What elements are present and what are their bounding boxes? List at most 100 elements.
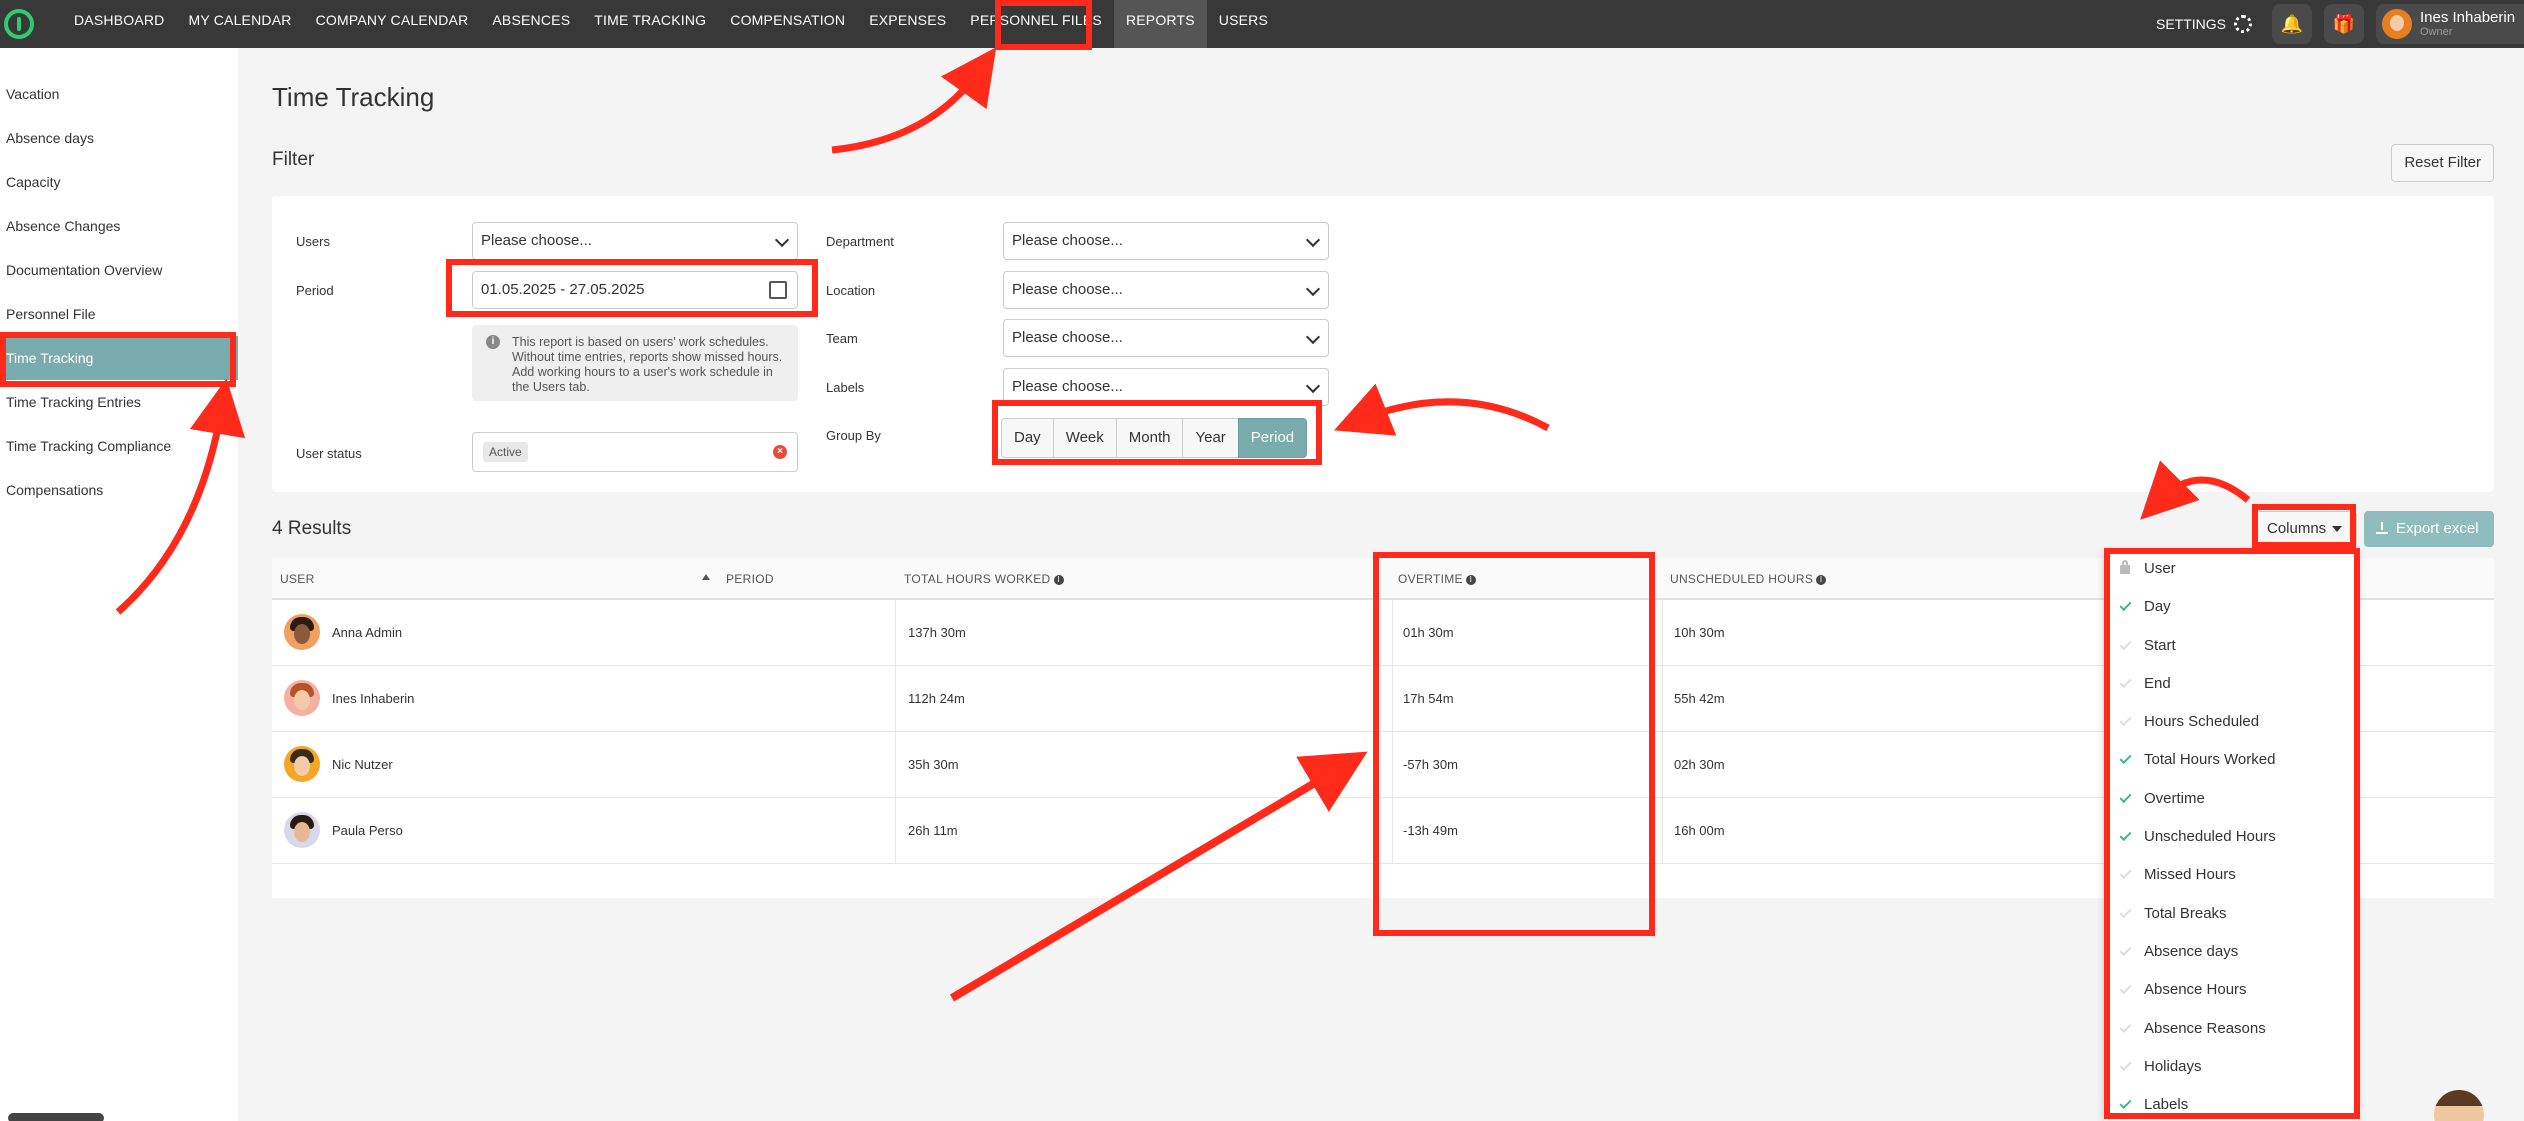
- users-select-value: Please choose...: [481, 232, 592, 249]
- nav-absences[interactable]: ABSENCES: [480, 0, 582, 48]
- sort-ascending-icon[interactable]: [702, 574, 710, 580]
- user-role: Owner: [2420, 26, 2453, 38]
- chat-support-avatar[interactable]: [2434, 1090, 2484, 1121]
- highlight-reports-tab: [995, 0, 1092, 50]
- group-by-label: Group By: [826, 428, 881, 443]
- highlight-columns-dropdown: [2104, 548, 2360, 1119]
- user-status-select[interactable]: Active ×: [472, 432, 798, 472]
- header-period[interactable]: PERIOD: [726, 572, 774, 586]
- department-select[interactable]: Please choose...: [1003, 222, 1329, 260]
- header-total-hours-worked[interactable]: TOTAL HOURS WORKED i: [904, 572, 1064, 586]
- nav-dashboard[interactable]: DASHBOARD: [62, 0, 176, 48]
- location-select[interactable]: Please choose...: [1003, 271, 1329, 309]
- team-label: Team: [826, 331, 858, 346]
- cell-user: Paula Perso: [332, 823, 403, 838]
- location-label: Location: [826, 283, 876, 298]
- settings-link[interactable]: SETTINGS: [2156, 15, 2252, 33]
- header-user[interactable]: USER: [280, 572, 315, 586]
- nav-compensation[interactable]: COMPENSATION: [718, 0, 857, 48]
- nav-my-calendar[interactable]: MY CALENDAR: [176, 0, 303, 48]
- nav-company-calendar[interactable]: COMPANY CALENDAR: [304, 0, 481, 48]
- highlight-columns-button: [2252, 504, 2356, 548]
- status-tag[interactable]: Active: [483, 442, 528, 462]
- app-logo-icon[interactable]: [4, 9, 34, 39]
- cell-total: 35h 30m: [908, 757, 959, 772]
- reports-sidebar: Vacation Absence days Capacity Absence C…: [0, 48, 238, 1121]
- export-button-label: Export excel: [2396, 520, 2479, 537]
- avatar: [284, 812, 320, 848]
- settings-label: SETTINGS: [2155, 16, 2226, 32]
- users-select[interactable]: Please choose...: [472, 222, 798, 260]
- avatar: [284, 680, 320, 716]
- nav-users[interactable]: USERS: [1207, 0, 1280, 48]
- user-name: Ines Inhaberin: [2420, 9, 2516, 26]
- users-label: Users: [296, 234, 330, 249]
- top-navigation: DASHBOARD MY CALENDAR COMPANY CALENDAR A…: [0, 0, 2524, 48]
- period-label: Period: [296, 283, 334, 298]
- cell-user: Nic Nutzer: [332, 757, 393, 772]
- location-select-value: Please choose...: [1012, 281, 1123, 298]
- notifications-bell-icon[interactable]: 🔔: [2272, 4, 2312, 44]
- header-unscheduled-hours[interactable]: UNSCHEDULED HOURS i: [1670, 572, 1827, 586]
- chevron-down-icon: [1305, 329, 1321, 345]
- sidebar-item-capacity[interactable]: Capacity: [0, 160, 238, 204]
- reset-filter-button[interactable]: Reset Filter: [2391, 144, 2494, 182]
- chevron-down-icon: [1305, 232, 1321, 248]
- filter-panel: Users Please choose... Period 01.05.2025…: [272, 196, 2494, 492]
- team-select[interactable]: Please choose...: [1003, 319, 1329, 357]
- header-unscheduled-label: UNSCHEDULED HOURS: [1670, 572, 1814, 586]
- sidebar-item-absence-changes[interactable]: Absence Changes: [0, 204, 238, 248]
- cell-total: 26h 11m: [908, 823, 958, 838]
- labels-select-value: Please choose...: [1012, 378, 1123, 395]
- cell-total: 112h 24m: [908, 691, 965, 706]
- cell-unscheduled: 55h 42m: [1674, 691, 1725, 706]
- filter-heading: Filter: [272, 149, 315, 170]
- page-title: Time Tracking: [272, 82, 435, 112]
- info-icon: i: [1816, 574, 1827, 585]
- department-select-value: Please choose...: [1012, 232, 1123, 249]
- highlight-overtime-column: [1373, 552, 1655, 936]
- chevron-down-icon: [774, 232, 790, 248]
- user-menu[interactable]: Ines Inhaberin Owner: [2376, 4, 2524, 44]
- info-box: i This report is based on users' work sc…: [472, 325, 798, 401]
- info-text: This report is based on users' work sche…: [512, 335, 783, 394]
- nav-time-tracking[interactable]: TIME TRACKING: [582, 0, 718, 48]
- labels-label: Labels: [826, 380, 865, 395]
- cell-user: Anna Admin: [332, 625, 403, 640]
- avatar: [284, 746, 320, 782]
- avatar: [284, 614, 320, 650]
- header-total-label: TOTAL HOURS WORKED: [904, 572, 1051, 586]
- main-content: Time Tracking Filter Reset Filter Users …: [272, 48, 2494, 898]
- highlight-time-tracking-sidebar: [0, 332, 236, 387]
- cell-unscheduled: 16h 00m: [1674, 823, 1725, 838]
- export-excel-button[interactable]: Export excel: [2364, 511, 2494, 547]
- team-select-value: Please choose...: [1012, 329, 1123, 346]
- sidebar-item-time-tracking-compliance[interactable]: Time Tracking Compliance: [0, 424, 238, 468]
- avatar: [2382, 9, 2412, 39]
- user-status-label: User status: [296, 446, 362, 461]
- cell-user: Ines Inhaberin: [332, 691, 415, 706]
- nav-expenses[interactable]: EXPENSES: [857, 0, 958, 48]
- clear-icon[interactable]: ×: [773, 445, 787, 459]
- info-icon: i: [486, 335, 500, 349]
- department-label: Department: [826, 234, 894, 249]
- cell-unscheduled: 02h 30m: [1674, 757, 1725, 772]
- download-icon: [2376, 522, 2388, 534]
- gear-icon: [2234, 15, 2252, 33]
- info-icon: i: [1053, 574, 1064, 585]
- sidebar-item-absence-days[interactable]: Absence days: [0, 116, 238, 160]
- chevron-down-icon: [1305, 281, 1321, 297]
- highlight-group-by: [992, 400, 1322, 465]
- sidebar-item-documentation-overview[interactable]: Documentation Overview: [0, 248, 238, 292]
- sidebar-item-vacation[interactable]: Vacation: [0, 72, 238, 116]
- results-count: 4 Results: [272, 518, 352, 539]
- highlight-period-input: [446, 259, 818, 317]
- sidebar-item-personnel-file[interactable]: Personnel File: [0, 292, 238, 336]
- gift-icon[interactable]: 🎁: [2324, 4, 2364, 44]
- chevron-down-icon: [1305, 378, 1321, 394]
- sidebar-item-compensations[interactable]: Compensations: [0, 468, 238, 512]
- nav-reports[interactable]: REPORTS: [1113, 0, 1207, 48]
- cell-total: 137h 30m: [908, 625, 966, 640]
- cell-unscheduled: 10h 30m: [1674, 625, 1725, 640]
- scrollbar[interactable]: [8, 1113, 104, 1121]
